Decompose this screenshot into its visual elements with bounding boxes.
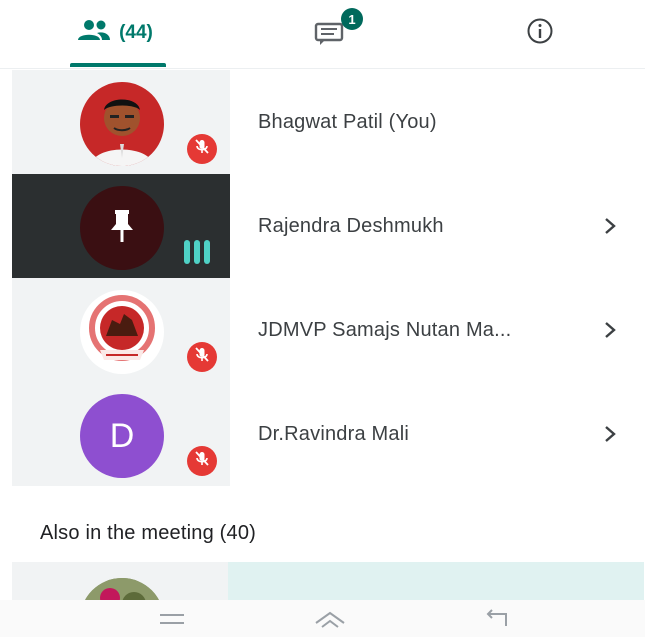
avatar xyxy=(80,82,164,166)
participant-tile xyxy=(12,174,230,278)
participant-tile xyxy=(12,70,230,174)
chevron-right-icon[interactable] xyxy=(598,382,622,486)
participant-tile xyxy=(12,278,230,382)
mute-indicator xyxy=(180,444,224,478)
participant-row[interactable]: JDMVP Samajs Nutan Ma... xyxy=(12,278,632,382)
participant-row[interactable]: D Dr.Ravindra Mali xyxy=(12,382,632,486)
mute-indicator xyxy=(180,132,224,166)
section-heading: Also in the meeting (40) xyxy=(40,522,257,544)
participant-tile: D xyxy=(12,382,230,486)
avatar: D xyxy=(80,394,164,478)
participant-name: Rajendra Deshmukh xyxy=(258,214,444,237)
participant-name: JDMVP Samajs Nutan Ma... xyxy=(258,318,512,341)
mic-off-icon xyxy=(193,138,211,161)
pin-icon xyxy=(107,208,137,249)
tab-info[interactable] xyxy=(500,0,580,66)
chat-unread-badge: 1 xyxy=(341,8,363,30)
avatar-initial: D xyxy=(109,416,135,455)
info-icon xyxy=(526,17,554,50)
tab-bar: (44) 1 xyxy=(0,0,645,69)
tab-people[interactable]: (44) xyxy=(40,0,190,66)
system-nav-bar xyxy=(0,600,645,637)
participant-name: Dr.Ravindra Mali xyxy=(258,422,410,445)
mute-indicator xyxy=(180,340,224,374)
home-icon[interactable] xyxy=(300,600,360,637)
active-tab-indicator xyxy=(70,63,166,67)
avatar xyxy=(80,578,164,602)
avatar xyxy=(80,290,164,374)
avatar xyxy=(80,186,164,270)
mic-off-icon xyxy=(193,346,211,369)
participant-row[interactable]: Bhagwat Patil (You) xyxy=(12,70,632,174)
back-icon[interactable] xyxy=(466,600,526,637)
menu-icon[interactable] xyxy=(142,600,202,637)
participant-tile xyxy=(12,562,228,602)
audio-level-icon xyxy=(184,240,210,264)
participant-row[interactable] xyxy=(12,562,644,602)
mic-off-icon xyxy=(193,450,211,473)
people-count: (44) xyxy=(119,22,153,43)
people-icon xyxy=(77,19,111,47)
participant-row[interactable]: Rajendra Deshmukh xyxy=(12,174,632,278)
participant-name: Bhagwat Patil (You) xyxy=(258,110,437,133)
chevron-right-icon[interactable] xyxy=(598,278,622,382)
chevron-right-icon[interactable] xyxy=(598,174,622,278)
